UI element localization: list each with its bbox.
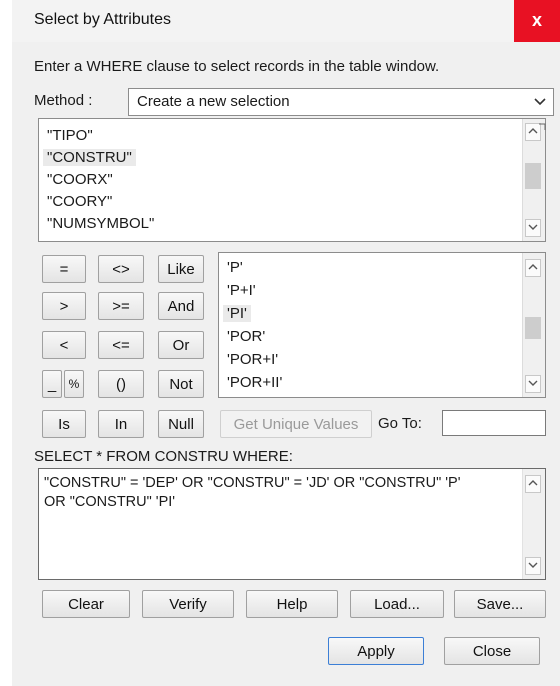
goto-input[interactable] bbox=[442, 410, 546, 436]
query-scrollbar[interactable] bbox=[522, 469, 545, 579]
field-item[interactable]: "CONSTRU" bbox=[43, 149, 136, 166]
method-value: Create a new selection bbox=[137, 93, 290, 110]
and-button[interactable]: And bbox=[158, 292, 204, 320]
title-bar: Select by Attributes x bbox=[12, 0, 560, 42]
window-title: Select by Attributes bbox=[34, 11, 171, 28]
less-button[interactable]: < bbox=[42, 331, 86, 359]
get-unique-values-button[interactable]: Get Unique Values bbox=[220, 410, 372, 438]
query-line: OR "CONSTRU" 'PI' bbox=[44, 494, 176, 510]
chevron-down-icon bbox=[531, 91, 549, 115]
value-item[interactable]: 'POR+I' bbox=[227, 351, 278, 368]
value-item[interactable]: 'POR+II' bbox=[227, 374, 282, 391]
scroll-thumb[interactable] bbox=[525, 163, 541, 189]
verify-button[interactable]: Verify bbox=[142, 590, 234, 618]
null-button[interactable]: Null bbox=[158, 410, 204, 438]
instruction-text: Enter a WHERE clause to select records i… bbox=[34, 58, 440, 75]
chevron-down-icon[interactable] bbox=[525, 375, 541, 393]
load-button[interactable]: Load... bbox=[350, 590, 444, 618]
in-button[interactable]: In bbox=[98, 410, 144, 438]
field-item[interactable]: "TIPO" bbox=[47, 127, 93, 144]
value-item[interactable]: 'P' bbox=[227, 259, 243, 276]
value-item[interactable]: 'PI' bbox=[223, 305, 251, 322]
corner-marker-icon bbox=[538, 118, 546, 130]
not-equal-button[interactable]: <> bbox=[98, 255, 144, 283]
chevron-down-icon[interactable] bbox=[525, 219, 541, 237]
where-clause-textarea[interactable]: "CONSTRU" = 'DEP' OR "CONSTRU" = 'JD' OR… bbox=[38, 468, 546, 580]
select-statement-label: SELECT * FROM CONSTRU WHERE: bbox=[34, 448, 293, 465]
field-item[interactable]: "COORX" bbox=[47, 171, 113, 188]
close-window-button[interactable]: x bbox=[514, 0, 560, 42]
fields-scrollbar[interactable] bbox=[522, 119, 545, 241]
underscore-button[interactable]: _ bbox=[42, 370, 62, 398]
scroll-thumb[interactable] bbox=[525, 317, 541, 339]
or-button[interactable]: Or bbox=[158, 331, 204, 359]
help-button[interactable]: Help bbox=[246, 590, 338, 618]
chevron-up-icon[interactable] bbox=[525, 259, 541, 277]
parentheses-button[interactable]: () bbox=[98, 370, 144, 398]
field-item[interactable]: "COORY" bbox=[47, 193, 112, 210]
goto-label: Go To: bbox=[378, 415, 422, 432]
greater-button[interactable]: > bbox=[42, 292, 86, 320]
less-equal-button[interactable]: <= bbox=[98, 331, 144, 359]
method-label: Method : bbox=[34, 92, 93, 109]
select-by-attributes-dialog: Select by Attributes x Enter a WHERE cla… bbox=[12, 0, 560, 686]
greater-equal-button[interactable]: >= bbox=[98, 292, 144, 320]
fields-list[interactable]: "TIPO" "CONSTRU" "COORX" "COORY" "NUMSYM… bbox=[38, 118, 546, 242]
equals-button[interactable]: = bbox=[42, 255, 86, 283]
values-list[interactable]: 'P' 'P+I' 'PI' 'POR' 'POR+I' 'POR+II' bbox=[218, 252, 546, 398]
apply-button[interactable]: Apply bbox=[328, 637, 424, 665]
close-icon: x bbox=[531, 10, 542, 30]
value-item[interactable]: 'POR' bbox=[227, 328, 265, 345]
chevron-down-icon[interactable] bbox=[525, 557, 541, 575]
not-button[interactable]: Not bbox=[158, 370, 204, 398]
is-button[interactable]: Is bbox=[42, 410, 86, 438]
query-line: "CONSTRU" = 'DEP' OR "CONSTRU" = 'JD' OR… bbox=[44, 475, 461, 491]
field-item[interactable]: "NUMSYMBOL" bbox=[47, 215, 154, 232]
values-scrollbar[interactable] bbox=[522, 253, 545, 397]
clear-button[interactable]: Clear bbox=[42, 590, 130, 618]
like-button[interactable]: Like bbox=[158, 255, 204, 283]
percent-button[interactable]: % bbox=[64, 370, 84, 398]
close-button[interactable]: Close bbox=[444, 637, 540, 665]
method-select[interactable]: Create a new selection bbox=[128, 88, 554, 116]
save-button[interactable]: Save... bbox=[454, 590, 546, 618]
chevron-up-icon[interactable] bbox=[525, 475, 541, 493]
value-item[interactable]: 'P+I' bbox=[227, 282, 256, 299]
